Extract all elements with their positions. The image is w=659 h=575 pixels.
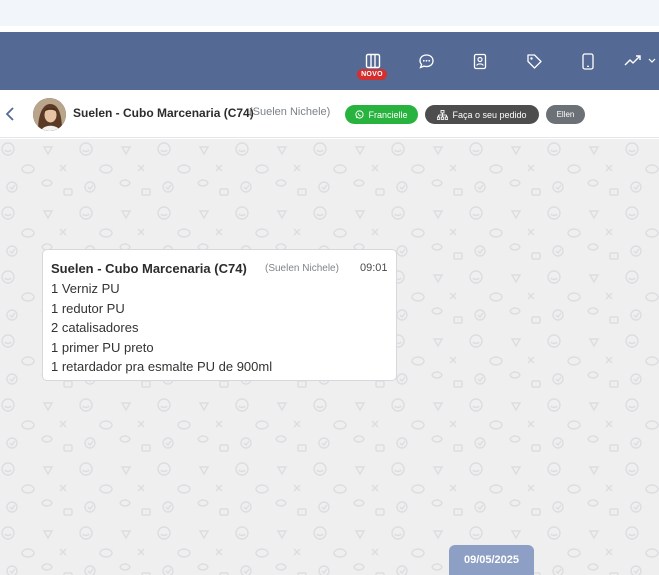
chevron-down-icon	[648, 58, 656, 63]
whatsapp-icon	[355, 110, 365, 119]
tag-label: Ellen	[556, 110, 575, 119]
chat-bubble-icon[interactable]	[414, 49, 438, 73]
chat-messages-area[interactable]: Suelen - Cubo Marcenaria (C74) (Suelen N…	[0, 139, 659, 575]
tag-faca-o-seu-pedido[interactable]: Faça o seu pedido	[425, 105, 539, 124]
message-line: 2 catalisadores	[51, 320, 139, 335]
novo-badge: NOVO	[357, 69, 387, 80]
tag-francielle[interactable]: Francielle	[345, 105, 418, 124]
top-toolbar	[0, 32, 659, 90]
trending-up-icon[interactable]	[623, 49, 659, 73]
tag-label: Francielle	[368, 109, 408, 120]
tag-icon[interactable]	[522, 49, 546, 73]
message-line: 1 primer PU preto	[51, 339, 154, 355]
message-time: 09:01	[360, 262, 388, 274]
chat-header: Suelen - Cubo Marcenaria (C74) (Suelen N…	[0, 90, 659, 138]
message-body: 1 Verniz PU 1 redutor PU 2 catalisadores…	[51, 279, 272, 377]
tag-label: Faça o seu pedido	[452, 109, 527, 120]
tag-ellen[interactable]: Ellen	[546, 105, 585, 124]
message-line: 1 Verniz PU	[51, 281, 120, 296]
mobile-icon[interactable]	[576, 49, 600, 73]
window-top-strip	[0, 0, 659, 26]
contact-book-icon[interactable]	[468, 49, 492, 73]
contact-name[interactable]: Suelen - Cubo Marcenaria (C74)	[73, 106, 254, 120]
message-line: 1 redutor PU	[51, 300, 125, 316]
message-line: 1 retardador pra esmalte PU de 900ml	[51, 359, 273, 374]
contact-subname: (Suelen Nichele)	[249, 106, 331, 118]
date-separator: 09/05/2025	[449, 545, 534, 575]
avatar[interactable]	[33, 98, 66, 131]
message-sender-subname: (Suelen Nichele)	[265, 263, 339, 274]
org-chart-icon	[437, 109, 449, 120]
message-sender: Suelen - Cubo Marcenaria (C74)	[51, 261, 247, 276]
message-bubble[interactable]: Suelen - Cubo Marcenaria (C74) (Suelen N…	[42, 249, 397, 381]
back-arrow-icon[interactable]	[2, 104, 18, 124]
